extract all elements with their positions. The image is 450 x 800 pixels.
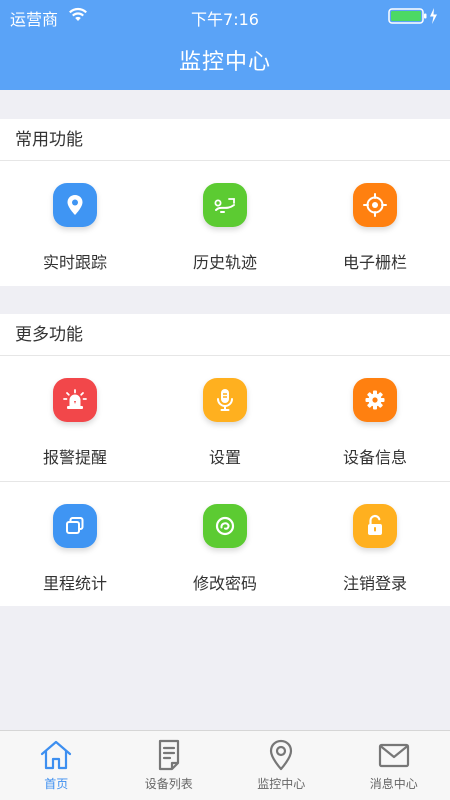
mail-icon [378, 743, 409, 768]
tab-home[interactable]: 首页 [0, 731, 113, 800]
microphone-icon [203, 378, 247, 422]
settings-button[interactable]: 设置 [150, 356, 300, 481]
item-label: 注销登录 [342, 574, 407, 593]
tab-label: 监控中心 [257, 777, 306, 791]
item-label: 报警提醒 [42, 448, 107, 467]
item-label: 电子栅栏 [342, 253, 407, 272]
tab-monitor-center[interactable]: 监控中心 [225, 731, 338, 800]
page-title: 监控中心 [178, 50, 271, 75]
tab-message-center[interactable]: 消息中心 [338, 731, 450, 800]
status-bar: 运营商 下午7:16 [0, 0, 450, 32]
item-label: 设置 [208, 448, 241, 467]
function-row: 实时跟踪 历史轨迹 电子栅栏 [0, 161, 450, 286]
crosshair-icon [353, 183, 397, 227]
item-label: 历史轨迹 [192, 253, 257, 272]
alarm-alert-button[interactable]: 报警提醒 [0, 356, 150, 481]
common-functions-section: 常用功能 实时跟踪 历史轨迹 电子栅栏 [0, 119, 450, 286]
section-title: 常用功能 [0, 119, 450, 161]
tab-device-list[interactable]: 设备列表 [113, 731, 226, 800]
battery-icon [388, 7, 440, 29]
route-icon [203, 183, 247, 227]
item-label: 实时跟踪 [42, 253, 107, 272]
app-header: 运营商 下午7:16 监控中心 [0, 0, 450, 90]
device-info-button[interactable]: 设备信息 [300, 356, 450, 481]
document-list-icon [158, 739, 179, 771]
section-title: 更多功能 [0, 314, 450, 356]
tab-label: 首页 [44, 777, 69, 791]
history-track-button[interactable]: 历史轨迹 [150, 161, 300, 286]
home-icon [41, 740, 72, 770]
tab-bar: 首页 设备列表 监控中心 消息中心 [0, 730, 450, 800]
unlock-icon [353, 504, 397, 548]
tab-label: 设备列表 [144, 777, 193, 791]
clock: 下午7:16 [191, 10, 259, 29]
windows-icon [53, 504, 97, 548]
item-label: 里程统计 [42, 574, 107, 593]
item-label: 设备信息 [342, 448, 407, 467]
logout-button[interactable]: 注销登录 [300, 482, 450, 606]
more-functions-section: 更多功能 报警提醒 设置 设备信息 里程统计 修改密码 注销登录 [0, 314, 450, 606]
map-pin-icon [270, 739, 293, 771]
mileage-stats-button[interactable]: 里程统计 [0, 482, 150, 606]
function-row: 里程统计 修改密码 注销登录 [0, 481, 450, 606]
geofence-button[interactable]: 电子栅栏 [300, 161, 450, 286]
alarm-siren-icon [53, 378, 97, 422]
realtime-tracking-button[interactable]: 实时跟踪 [0, 161, 150, 286]
swirl-icon [203, 504, 247, 548]
location-pin-icon [53, 183, 97, 227]
change-password-button[interactable]: 修改密码 [150, 482, 300, 606]
function-row: 报警提醒 设置 设备信息 [0, 356, 450, 481]
tab-label: 消息中心 [369, 777, 418, 791]
gear-icon [353, 378, 397, 422]
item-label: 修改密码 [192, 574, 257, 593]
